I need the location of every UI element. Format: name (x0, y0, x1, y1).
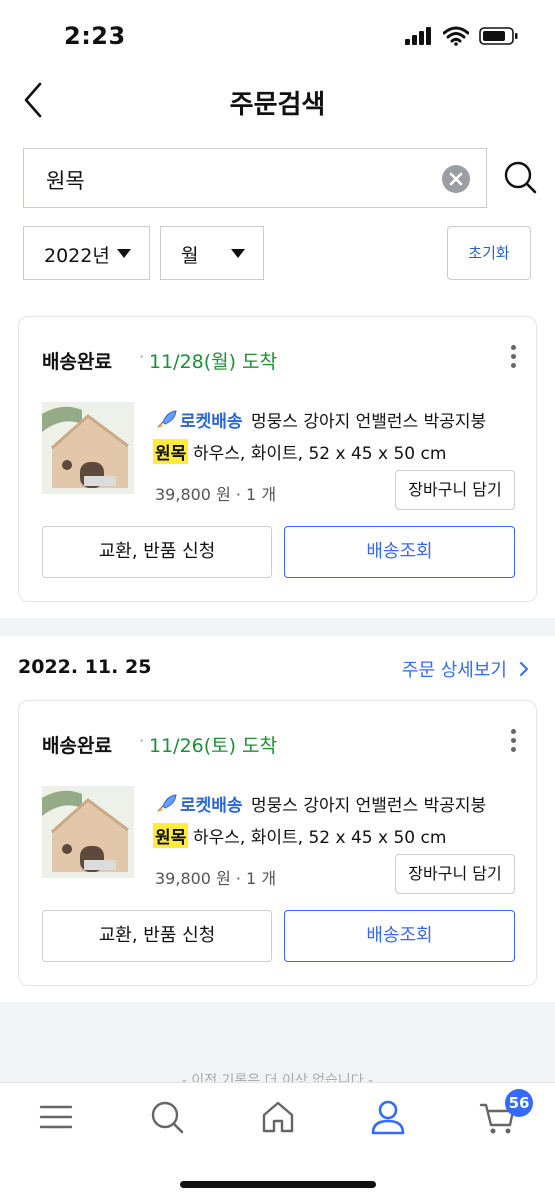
year-select[interactable]: 2022년 (23, 226, 150, 280)
product-name-line2[interactable]: 하우스, 화이트, 52 x 45 x 50 cm (193, 823, 446, 848)
rocket-delivery-badge: 로켓배송 (155, 791, 243, 816)
month-select-value: 월 (181, 245, 199, 267)
product-image[interactable] (42, 402, 134, 494)
arrival-date: 11/26(토) 도착 (149, 735, 278, 757)
exchange-return-button[interactable]: 교환, 반품 신청 (42, 910, 272, 962)
add-to-cart-button[interactable]: 장바구니 담기 (395, 854, 515, 894)
order-detail-label: 주문 상세보기 (401, 660, 507, 681)
add-to-cart-button[interactable]: 장바구니 담기 (395, 470, 515, 510)
arrival-date: 11/28(월) 도착 (149, 351, 278, 373)
caret-down-icon (117, 249, 131, 258)
order-card: 배송완료 · 11/26(토) 도착 로켓배송 멍뭉스 강아지 언밸런스 박공지… (18, 700, 537, 986)
order-date: 2022. 11. 25 (18, 656, 152, 678)
product-name-line1[interactable]: 멍뭉스 강아지 언밸런스 박공지붕 (251, 791, 486, 816)
home-indicator (180, 1181, 376, 1188)
home-icon[interactable] (258, 1097, 298, 1137)
my-account-icon[interactable] (368, 1097, 408, 1137)
price-quantity: 39,800 원 · 1 개 (155, 485, 277, 504)
product-name-line1[interactable]: 멍뭉스 강아지 언밸런스 박공지붕 (251, 407, 486, 432)
search-icon[interactable] (502, 158, 538, 198)
delivery-status: 배송완료 (42, 351, 112, 373)
track-delivery-button[interactable]: 배송조회 (284, 910, 515, 962)
reset-button[interactable]: 초기화 (447, 226, 531, 280)
product-name-line2[interactable]: 하우스, 화이트, 52 x 45 x 50 cm (193, 439, 446, 464)
menu-icon[interactable] (36, 1097, 76, 1137)
status-icons (405, 26, 519, 46)
product-image[interactable] (42, 786, 134, 878)
rocket-delivery-label: 로켓배송 (180, 412, 243, 432)
cart-count-badge: 56 (505, 1089, 533, 1117)
chevron-right-icon (520, 662, 528, 676)
price-quantity: 39,800 원 · 1 개 (155, 869, 277, 888)
separator-dot: · (139, 347, 145, 366)
order-section: 배송완료 · 11/28(월) 도착 로켓배송 멍뭉스 강아지 언밸런스 박공지… (0, 304, 555, 618)
more-icon[interactable] (510, 345, 518, 371)
separator-dot: · (139, 731, 145, 750)
header: 주문검색 (0, 72, 555, 132)
clear-icon[interactable] (442, 165, 470, 193)
search-input-value: 원목 (46, 169, 85, 193)
search-icon[interactable] (147, 1097, 187, 1137)
year-select-value: 2022년 (44, 245, 110, 267)
page-title: 주문검색 (229, 90, 326, 120)
rocket-delivery-badge: 로켓배송 (155, 407, 243, 432)
search-input[interactable]: 원목 (23, 148, 487, 208)
track-delivery-button[interactable]: 배송조회 (284, 526, 515, 578)
battery-icon (479, 27, 518, 45)
delivery-status: 배송완료 (42, 735, 112, 757)
signal-icon (405, 27, 431, 45)
status-time: 2:23 (64, 22, 126, 50)
wifi-icon (443, 26, 469, 46)
rocket-icon (157, 793, 177, 812)
rocket-icon (157, 409, 177, 428)
search-highlight: 원목 (153, 823, 189, 848)
search-area: 원목 2022년 월 초기화 (0, 132, 555, 304)
more-icon[interactable] (510, 729, 518, 755)
rocket-delivery-label: 로켓배송 (180, 796, 243, 816)
order-section: 2022. 11. 25 주문 상세보기 배송완료 · 11/26(토) 도착 (0, 636, 555, 1002)
caret-down-icon (231, 249, 245, 258)
status-bar: 2:23 (0, 0, 555, 72)
month-select[interactable]: 월 (160, 226, 264, 280)
search-highlight: 원목 (153, 439, 189, 464)
exchange-return-button[interactable]: 교환, 반품 신청 (42, 526, 272, 578)
order-detail-link[interactable]: 주문 상세보기 (402, 656, 529, 682)
order-card: 배송완료 · 11/28(월) 도착 로켓배송 멍뭉스 강아지 언밸런스 박공지… (18, 316, 537, 602)
